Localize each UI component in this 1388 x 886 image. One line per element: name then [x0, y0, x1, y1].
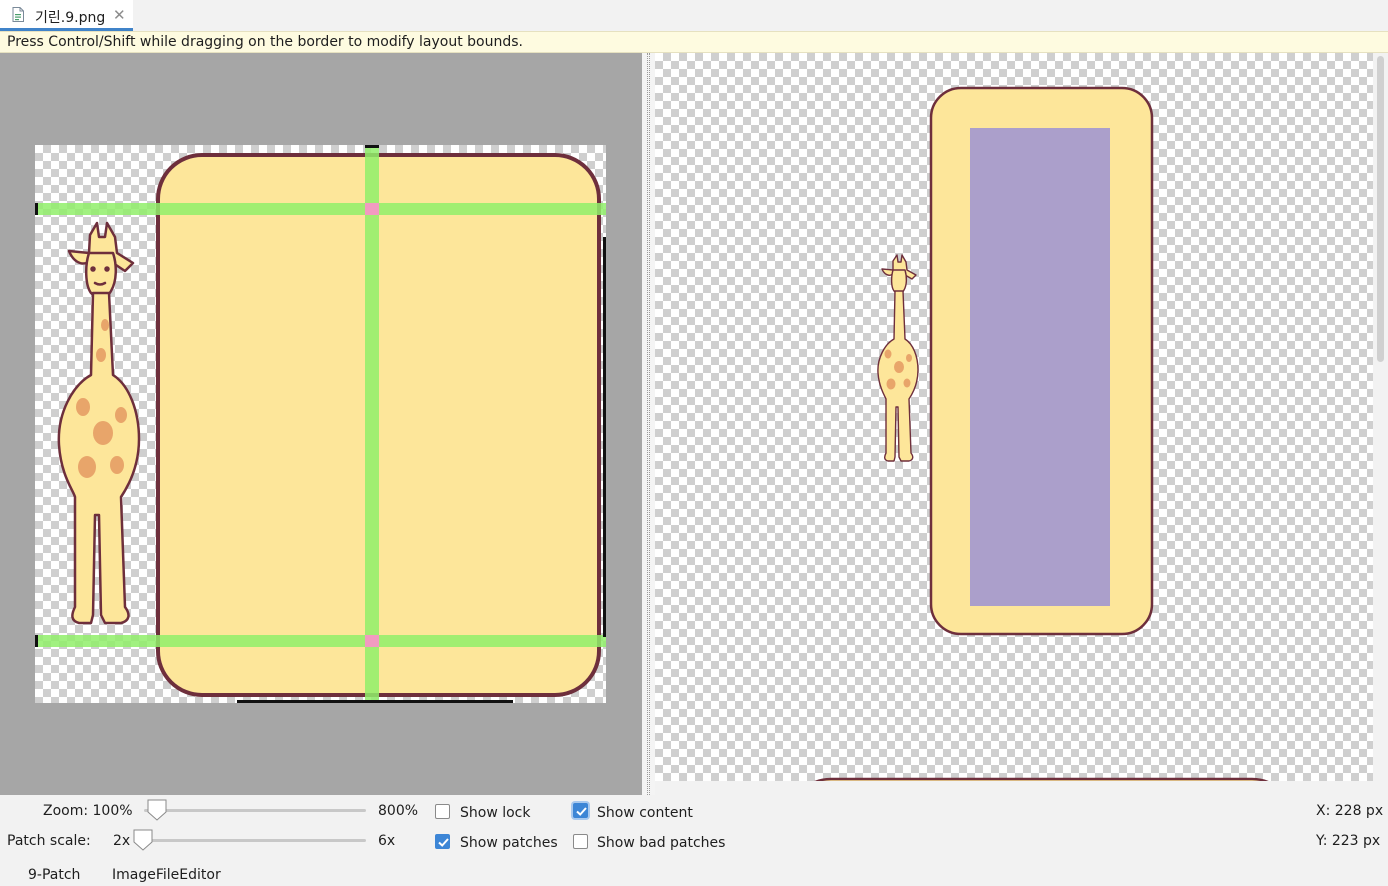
- cursor-y-readout: Y: 223 px: [1316, 833, 1381, 849]
- show-lock-checkbox[interactable]: [435, 804, 450, 819]
- show-bad-patches-label[interactable]: Show bad patches: [597, 835, 725, 851]
- show-patches-checkbox[interactable]: [435, 834, 450, 849]
- patch-scale-min-label: 2x: [113, 833, 131, 849]
- cursor-x-readout: X: 228 px: [1316, 803, 1384, 819]
- show-bad-patches-checkbox[interactable]: [573, 834, 588, 849]
- image-file-icon: [12, 7, 24, 22]
- patch-scale-max-label: 6x: [378, 833, 396, 849]
- giraffe-illustration: [57, 221, 141, 625]
- preview-content-area: [970, 128, 1110, 606]
- tab-image-file-editor[interactable]: ImageFileEditor: [112, 867, 221, 883]
- zoom-label: Zoom: 100%: [43, 803, 133, 819]
- checkmark-icon: [438, 838, 449, 847]
- tab-9-patch[interactable]: 9-Patch: [28, 867, 80, 883]
- pane-splitter[interactable]: [642, 53, 655, 795]
- scrollbar-thumb[interactable]: [1377, 56, 1384, 362]
- show-content-checkbox[interactable]: [573, 803, 588, 818]
- close-icon[interactable]: ✕: [113, 6, 126, 24]
- tab-filename: 기린.9.png: [35, 10, 106, 26]
- checkmark-icon: [576, 807, 587, 816]
- patch-scale-label: Patch scale:: [7, 833, 91, 849]
- zoom-slider-thumb[interactable]: [147, 799, 167, 821]
- splitter-handle[interactable]: [647, 53, 650, 795]
- nine-patch-editor-pane[interactable]: [0, 53, 642, 795]
- patch-scale-slider-track[interactable]: [134, 839, 366, 842]
- show-lock-label[interactable]: Show lock: [460, 805, 531, 821]
- zoom-slider-track[interactable]: [144, 809, 366, 812]
- stretch-preview-pane[interactable]: [655, 53, 1373, 781]
- preview-canvas: [814, 86, 1269, 781]
- nine-patch-image[interactable]: [35, 145, 606, 703]
- editor-tab-bar: 기린.9.png ✕: [0, 0, 1388, 31]
- nine-patch-canvas: [35, 145, 606, 703]
- patch-overlap-top: [365, 203, 379, 215]
- hint-text: Press Control/Shift while dragging on th…: [7, 34, 523, 50]
- file-tab[interactable]: 기린.9.png ✕: [0, 0, 133, 31]
- zoom-max-label: 800%: [378, 803, 419, 819]
- top-stretch-patch: [35, 203, 606, 215]
- preview-bottom-strip: [655, 781, 1388, 795]
- patch-scale-slider-thumb[interactable]: [133, 829, 153, 851]
- bottom-stretch-patch: [35, 635, 606, 647]
- show-patches-label[interactable]: Show patches: [460, 835, 558, 851]
- hint-banner: Press Control/Shift while dragging on th…: [0, 31, 1388, 53]
- preview-giraffe: [877, 254, 919, 462]
- patch-overlap-bottom: [365, 635, 379, 647]
- show-content-label[interactable]: Show content: [597, 805, 693, 821]
- vertical-stretch-patch: [365, 145, 379, 703]
